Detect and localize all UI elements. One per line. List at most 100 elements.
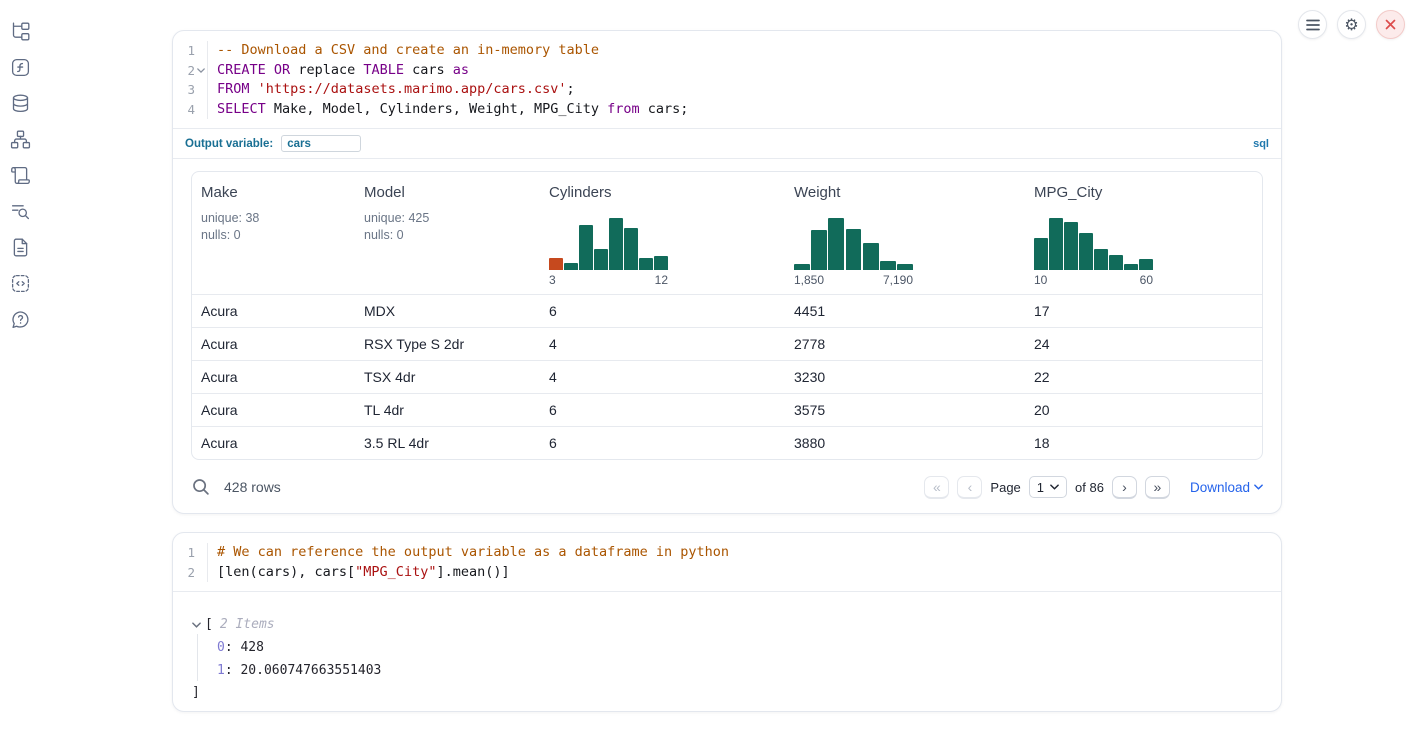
table-cell: 17 xyxy=(1025,303,1262,319)
last-page-button[interactable]: » xyxy=(1145,476,1170,499)
table-cell: 18 xyxy=(1025,435,1262,451)
table-cell: 3880 xyxy=(785,435,1025,451)
first-page-button[interactable]: « xyxy=(924,476,949,499)
file-tree-icon[interactable] xyxy=(10,21,31,42)
hist-max-label: 7,190 xyxy=(883,273,913,287)
fold-chevron-icon[interactable] xyxy=(195,61,207,81)
close-bracket: ] xyxy=(192,685,1281,700)
download-button[interactable]: Download xyxy=(1190,480,1263,495)
column-stat: nulls: 0 xyxy=(364,227,532,244)
list-item: 1: 20.060747663551403 xyxy=(217,660,1281,683)
code-line: 1# We can reference the output variable … xyxy=(173,543,1281,563)
table-footer: 428 rows « ‹ Page 1 of 86 › » Download xyxy=(191,469,1263,505)
hist-bar xyxy=(897,264,913,271)
column-header-weight[interactable]: Weight 1,8507,190 xyxy=(785,172,1025,294)
table-cell: 6 xyxy=(540,303,785,319)
code-line-text: -- Download a CSV and create an in-memor… xyxy=(207,41,1281,61)
line-number: 3 xyxy=(173,80,195,100)
table-row: AcuraTSX 4dr4323022 xyxy=(192,360,1262,393)
language-badge: sql xyxy=(1253,138,1269,150)
table-cell: Acura xyxy=(192,369,355,385)
document-icon[interactable] xyxy=(10,237,31,258)
table-body: AcuraMDX6445117AcuraRSX Type S 2dr427782… xyxy=(192,294,1262,459)
collapse-chevron-icon[interactable] xyxy=(192,622,201,628)
hist-bar xyxy=(1124,264,1138,270)
hist-bar xyxy=(1034,238,1048,271)
shutdown-button[interactable] xyxy=(1376,10,1405,39)
output-variable-row: Output variable: sql xyxy=(173,129,1281,158)
search-icon[interactable] xyxy=(191,477,211,497)
table-row: AcuraTL 4dr6357520 xyxy=(192,393,1262,426)
snippets-code-icon[interactable] xyxy=(10,273,31,294)
column-header-cylinders[interactable]: Cylinders 312 xyxy=(540,172,785,294)
hist-bar xyxy=(1139,259,1153,270)
sidebar-panel-rail xyxy=(10,21,31,330)
column-stat: unique: 425 xyxy=(364,210,532,227)
hist-bar xyxy=(579,225,593,271)
table-row: Acura3.5 RL 4dr6388018 xyxy=(192,426,1262,459)
tree-guide-line xyxy=(197,634,198,681)
hist-bar xyxy=(624,228,638,271)
row-count: 428 rows xyxy=(224,479,281,495)
table-cell: 4 xyxy=(540,336,785,352)
table-cell: 6 xyxy=(540,402,785,418)
divider xyxy=(173,158,1281,159)
function-square-icon[interactable] xyxy=(10,57,31,78)
help-chat-icon[interactable] xyxy=(10,309,31,330)
hist-min-label: 3 xyxy=(549,273,556,287)
table-cell: TSX 4dr xyxy=(355,369,540,385)
items-count-label: 2 Items xyxy=(220,617,275,632)
table-cell: 24 xyxy=(1025,336,1262,352)
table-row: AcuraRSX Type S 2dr4277824 xyxy=(192,327,1262,360)
hist-bar xyxy=(1064,222,1078,270)
hist-bar xyxy=(654,256,668,271)
hist-bar xyxy=(863,243,879,270)
sql-code-editor[interactable]: 1-- Download a CSV and create an in-memo… xyxy=(173,31,1281,128)
logs-search-icon[interactable] xyxy=(10,201,31,222)
close-icon xyxy=(1385,19,1396,30)
page-select[interactable]: 1 xyxy=(1029,476,1067,498)
column-header-mpg-city[interactable]: MPG_City 1060 xyxy=(1025,172,1262,294)
database-icon[interactable] xyxy=(10,93,31,114)
hist-bar xyxy=(639,258,653,270)
code-line: 3 FROM 'https://datasets.marimo.app/cars.… xyxy=(173,80,1281,100)
page-label: Page xyxy=(990,480,1020,495)
table-cell: 20 xyxy=(1025,402,1262,418)
hist-bar xyxy=(594,249,608,271)
hist-min-label: 1,850 xyxy=(794,273,824,287)
table-cell: Acura xyxy=(192,336,355,352)
output-variable-input[interactable] xyxy=(281,135,361,152)
hist-bar xyxy=(828,218,844,270)
table-cell: 22 xyxy=(1025,369,1262,385)
hist-bar xyxy=(549,258,563,270)
hist-bar xyxy=(811,230,827,271)
column-header-model[interactable]: Model unique: 425 nulls: 0 xyxy=(355,172,540,294)
python-code-editor[interactable]: 1# We can reference the output variable … xyxy=(173,533,1281,591)
fold-slot xyxy=(195,41,207,61)
table-cell: 4 xyxy=(540,369,785,385)
column-header-make[interactable]: Make unique: 38 nulls: 0 xyxy=(192,172,355,294)
prev-page-button[interactable]: ‹ xyxy=(957,476,982,499)
settings-gear-button[interactable]: ⚙ xyxy=(1337,10,1366,39)
code-line-text: # We can reference the output variable a… xyxy=(207,543,1281,563)
code-line-text: [len(cars), cars["MPG_City"].mean()] xyxy=(207,563,1281,583)
python-output: [ 2 Items 0: 428 1: 20.060747663551403 ] xyxy=(173,592,1281,710)
table-cell: RSX Type S 2dr xyxy=(355,336,540,352)
scroll-icon[interactable] xyxy=(10,165,31,186)
line-number: 4 xyxy=(173,100,195,120)
next-page-button[interactable]: › xyxy=(1112,476,1137,499)
hist-bar xyxy=(1094,249,1108,271)
table-row: AcuraMDX6445117 xyxy=(192,294,1262,327)
fold-slot xyxy=(195,543,207,563)
hist-bar xyxy=(1079,233,1093,270)
dependency-graph-icon[interactable] xyxy=(10,129,31,150)
code-line-text: FROM 'https://datasets.marimo.app/cars.c… xyxy=(207,80,1281,100)
table-cell: Acura xyxy=(192,435,355,451)
code-line: 1-- Download a CSV and create an in-memo… xyxy=(173,41,1281,61)
line-number: 2 xyxy=(173,563,195,583)
fold-slot xyxy=(195,563,207,583)
open-bracket: [ xyxy=(205,617,213,632)
sql-cell: 1 -- Download a CSV and create an in-memo… xyxy=(172,30,1282,514)
table-cell: MDX xyxy=(355,303,540,319)
menu-button[interactable] xyxy=(1298,10,1327,39)
